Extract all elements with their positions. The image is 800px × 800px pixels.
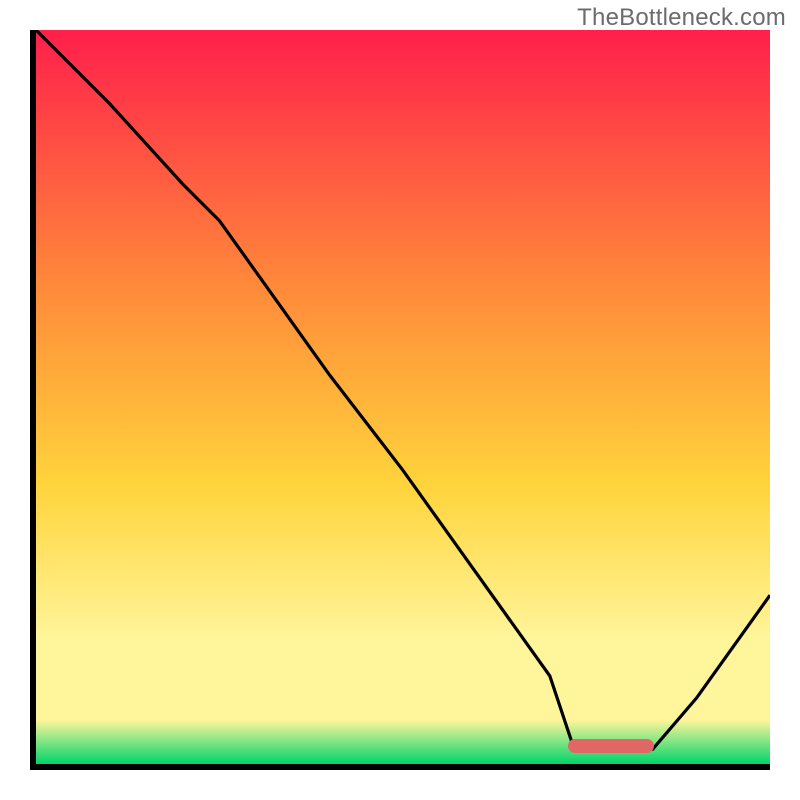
plot-area	[36, 30, 770, 764]
bottleneck-curve	[36, 30, 770, 764]
optimal-range-marker	[568, 739, 654, 753]
x-axis	[30, 764, 770, 770]
watermark-text: TheBottleneck.com	[577, 4, 786, 32]
y-axis	[30, 30, 36, 770]
chart-container: TheBottleneck.com	[0, 0, 800, 800]
